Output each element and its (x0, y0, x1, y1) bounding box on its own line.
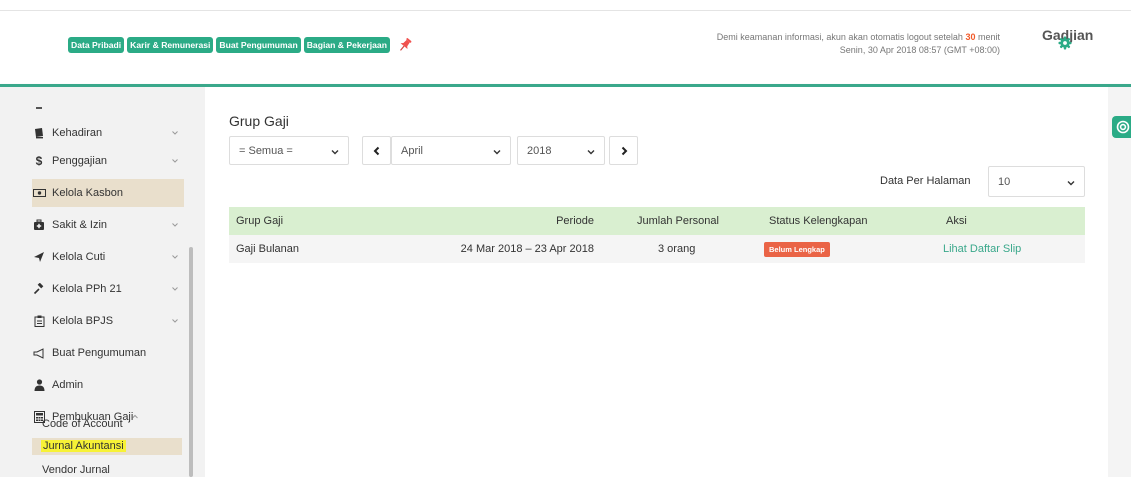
chevron-left-icon (373, 146, 379, 155)
month-value: April (401, 144, 424, 157)
bullhorn-icon (32, 346, 46, 360)
sidebar: Kehadiran $ Penggajian Kelola Kasbon Sak… (0, 87, 205, 477)
logout-notice: Demi keamanan informasi, akun akan otoma… (717, 30, 1000, 44)
chevron-right-icon (621, 146, 627, 155)
header-nav: Data Pribadi Karir & Remunerasi Buat Pen… (68, 37, 413, 53)
sidebar-subitem-jurnal-akuntansi[interactable]: Jurnal Akuntansi (32, 438, 182, 455)
sidebar-item-label: Kelola Kasbon (52, 187, 123, 199)
group-filter-value: = Semua = (239, 144, 293, 157)
sidebar-item-sakit-izin[interactable]: Sakit & Izin (32, 211, 184, 239)
gavel-icon (32, 282, 46, 296)
chevron-down-icon (172, 319, 178, 323)
tab-data-pribadi[interactable]: Data Pribadi (68, 37, 125, 53)
table-row: Gaji Bulanan 24 Mar 2018 – 23 Apr 2018 3… (229, 235, 1085, 263)
logout-notice-suffix: menit (977, 32, 1000, 42)
col-grup-gaji: Grup Gaji (236, 215, 284, 227)
col-periode: Periode (556, 215, 594, 227)
chevron-down-icon (172, 255, 178, 259)
next-month-button[interactable] (609, 136, 638, 165)
cash-icon (32, 186, 46, 200)
logout-notice-prefix: Demi keamanan informasi, akun akan otoma… (716, 32, 963, 42)
sidebar-item-label: Admin (52, 379, 84, 391)
help-widget-button[interactable] (1112, 116, 1131, 138)
spiral-icon (1116, 120, 1130, 134)
sidebar-subitem-vendor-jurnal[interactable]: Vendor Jurnal (42, 464, 110, 476)
sidebar-item-label: Sakit & Izin (52, 219, 108, 231)
tab-karir-remunerasi[interactable]: Karir & Remunerasi (127, 37, 214, 53)
sidebar-item-buat-pengumuman[interactable]: Buat Pengumuman (32, 339, 184, 367)
sidebar-item-penggajian[interactable]: $ Penggajian (32, 147, 184, 175)
tab-bagian-pekerjaan[interactable]: Bagian & Pekerjaan (303, 37, 390, 53)
chevron-down-icon (172, 131, 178, 135)
chevron-down-icon (172, 223, 178, 227)
chevron-down-icon (172, 159, 178, 163)
book-icon (32, 126, 46, 140)
month-select[interactable]: April (391, 136, 511, 165)
gear-icon[interactable] (1058, 36, 1072, 50)
pin-icon[interactable] (397, 37, 413, 53)
sidebar-item-label: Buat Pengumuman (52, 347, 147, 359)
table-header: Grup Gaji Periode Jumlah Personal Status… (229, 207, 1085, 235)
group-filter-select[interactable]: = Semua = (229, 136, 349, 165)
chevron-down-icon (587, 150, 595, 155)
row-group-name: Gaji Bulanan (236, 243, 299, 255)
chevron-up-icon (132, 414, 138, 419)
tab-buat-pengumuman[interactable]: Buat Pengumuman (216, 37, 301, 53)
sidebar-subitem-label: Jurnal Akuntansi (41, 440, 126, 452)
sidebar-item-kelola-pph21[interactable]: Kelola PPh 21 (32, 275, 184, 303)
col-jumlah-personal: Jumlah Personal (637, 215, 719, 227)
row-period: 24 Mar 2018 – 23 Apr 2018 (460, 243, 594, 255)
per-page-value: 10 (998, 175, 1011, 188)
sidebar-scrollbar[interactable] (189, 247, 193, 477)
row-personal-count: 3 orang (658, 243, 696, 255)
year-value: 2018 (527, 144, 552, 157)
sidebar-item-kelola-cuti[interactable]: Kelola Cuti (32, 243, 184, 271)
user-icon (32, 378, 46, 392)
page-title: Grup Gaji (229, 113, 289, 129)
sidebar-separator (36, 107, 42, 109)
sidebar-item-label: Kelola BPJS (52, 315, 114, 327)
sidebar-item-label: Kelola Cuti (52, 251, 106, 263)
sidebar-item-admin[interactable]: Admin (32, 371, 184, 399)
dollar-icon: $ (35, 154, 43, 168)
sidebar-item-kehadiran[interactable]: Kehadiran (32, 119, 184, 147)
sidebar-item-kelola-kasbon[interactable]: Kelola Kasbon (32, 179, 184, 207)
per-page-select[interactable]: 10 (988, 166, 1085, 197)
current-date: Senin, 30 Apr 2018 08:57 (GMT +08:00) (839, 45, 1000, 55)
sidebar-item-label: Kelola PPh 21 (52, 283, 122, 295)
per-page-label: Data Per Halaman (880, 175, 971, 187)
chevron-down-icon (493, 150, 501, 155)
prev-month-button[interactable] (362, 136, 391, 165)
logout-minutes: 30 (965, 32, 976, 42)
right-edge-panel (1108, 87, 1131, 477)
view-slip-list-link[interactable]: Lihat Daftar Slip (943, 243, 1021, 255)
chevron-down-icon (1067, 181, 1075, 186)
sidebar-item-label: Kehadiran (52, 127, 103, 139)
sidebar-item-kelola-bpjs[interactable]: Kelola BPJS (32, 307, 184, 335)
col-status-kelengkapan: Status Kelengkapan (769, 215, 868, 227)
top-divider (0, 10, 1131, 11)
year-select[interactable]: 2018 (517, 136, 605, 165)
sidebar-item-label: Penggajian (52, 155, 108, 167)
sidebar-subitem-code-of-account[interactable]: Code of Account (42, 418, 123, 430)
main-content: Grup Gaji = Semua = April 2018 Data Per … (205, 87, 1108, 477)
clipboard-icon (32, 314, 46, 328)
col-aksi: Aksi (946, 215, 967, 227)
chevron-down-icon (172, 287, 178, 291)
plane-icon (32, 250, 46, 264)
status-badge: Belum Lengkap (764, 242, 830, 257)
medkit-icon (32, 218, 46, 232)
app-header: Data Pribadi Karir & Remunerasi Buat Pen… (0, 0, 1131, 87)
chevron-down-icon (331, 150, 339, 155)
